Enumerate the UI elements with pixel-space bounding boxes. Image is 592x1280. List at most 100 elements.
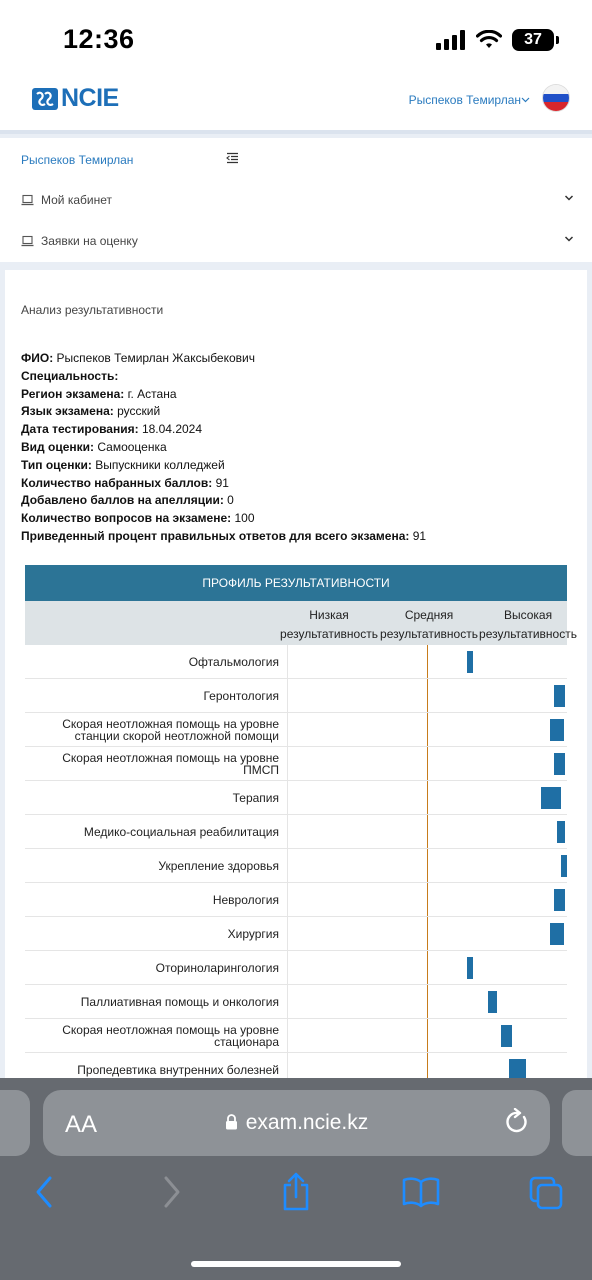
competency-bar-cell (287, 679, 567, 713)
competency-label: Укрепление здоровья (158, 859, 279, 873)
candidate-info: ФИО: Рыспеков Темирлан Жаксыбекович Специ… (21, 350, 581, 546)
language-flag-icon[interactable] (543, 85, 569, 111)
profile-row: Укрепление здоровья (25, 849, 567, 883)
reload-icon[interactable] (504, 1108, 530, 1136)
competency-bar (488, 990, 497, 1014)
sidebar-user-name[interactable]: Рыспеков Темирлан (21, 153, 133, 167)
competency-bar-cell (287, 747, 567, 781)
previous-tab-preview[interactable] (0, 1090, 30, 1156)
profile-row: Геронтология (25, 679, 567, 713)
chevron-down-icon (564, 195, 574, 201)
competency-label: Медико-социальная реабилитация (83, 825, 279, 839)
info-value: 91 (412, 528, 427, 543)
level-medium: Средняя результативность (380, 608, 478, 641)
sidebar-item-label: Мой кабинет (41, 193, 113, 207)
address-bar[interactable]: AA exam.ncie.kz (43, 1090, 550, 1156)
competency-bar (549, 922, 564, 946)
competency-bar-cell (287, 883, 567, 917)
results-card: Анализ результативности ФИО: Рыспеков Те… (5, 270, 587, 1080)
competency-label: Скорая неотложная помощь на уровне станц… (62, 717, 279, 743)
ncie-logo[interactable]: NCIE (32, 84, 119, 113)
chevron-down-icon (521, 97, 530, 103)
info-value: 0 (227, 493, 234, 508)
competency-label: Геронтология (203, 689, 279, 703)
info-label: Тип оценки: (21, 457, 92, 472)
info-label: Дата тестирования: (21, 422, 139, 437)
lock-icon (225, 1114, 237, 1130)
info-label: Количество набранных баллов: (21, 475, 213, 490)
status-time: 12:36 (63, 24, 135, 54)
info-value: г. Астана (127, 386, 177, 401)
competency-bar (541, 786, 561, 810)
info-value: Рыспеков Темирлан Жаксыбекович (56, 351, 255, 365)
header-user-dropdown[interactable]: Рыспеков Темирлан (409, 93, 530, 107)
competency-bar-cell (287, 713, 567, 747)
back-icon[interactable] (34, 1174, 54, 1210)
menu-collapse-icon[interactable] (226, 152, 239, 164)
forward-icon[interactable] (162, 1174, 182, 1210)
url-display[interactable]: exam.ncie.kz (43, 1111, 550, 1135)
competency-label: Паллиативная помощь и онкология (80, 995, 279, 1009)
competency-bar-cell (287, 985, 567, 1019)
competency-label: Пропедевтика внутренних болезней (77, 1063, 279, 1077)
wifi-icon (476, 30, 502, 48)
info-line: Добавлено баллов на апелляции: 0 (21, 492, 581, 510)
sidebar-item-applications[interactable]: Заявки на оценку (0, 222, 592, 262)
competency-label: Неврология (212, 893, 279, 907)
competency-bar (509, 1058, 526, 1080)
info-line: Язык экзамена: русский (21, 403, 581, 421)
sidebar: Рыспеков Темирлан Мой кабинет Заявки на … (0, 138, 592, 262)
info-label: Количество вопросов на экзамене: (21, 511, 232, 526)
competency-label: Оториноларингология (155, 961, 279, 975)
info-line: ФИО: Рыспеков Темирлан Жаксыбекович (21, 350, 581, 368)
profile-row: Хирургия (25, 917, 567, 951)
info-value: Выпускники колледжей (95, 457, 225, 472)
competency-bar (467, 650, 473, 674)
profile-row: Скорая неотложная помощь на уровне станц… (25, 713, 567, 747)
competency-bar (549, 718, 564, 742)
profile-row: Паллиативная помощь и онкология (25, 985, 567, 1019)
info-line: Количество набранных баллов: 91 (21, 475, 581, 493)
profile-row: Офтальмология (25, 645, 567, 679)
competency-bar (467, 956, 473, 980)
share-icon[interactable] (281, 1171, 311, 1211)
profile-row: Пропедевтика внутренних болезней (25, 1053, 567, 1080)
info-label: Специальность: (21, 368, 119, 383)
info-line: Количество вопросов на экзамене: 100 (21, 510, 581, 528)
home-indicator (191, 1261, 401, 1267)
tabs-icon[interactable] (528, 1175, 564, 1211)
competency-bar (561, 854, 567, 878)
info-line: Тип оценки: Выпускники колледжей (21, 457, 581, 475)
info-label: Язык экзамена: (21, 404, 114, 419)
level-high: Высокая результативность (479, 608, 577, 641)
laptop-icon (21, 194, 34, 206)
competency-bar-cell (287, 1019, 567, 1053)
chevron-down-icon (564, 236, 574, 242)
status-icons: 37 (436, 28, 559, 52)
competency-label: Хирургия (227, 927, 279, 941)
info-line: Дата тестирования: 18.04.2024 (21, 421, 581, 439)
competency-bar-cell (287, 917, 567, 951)
info-value: 100 (234, 511, 255, 526)
info-label: Регион экзамена: (21, 386, 125, 401)
signal-icon (436, 30, 465, 50)
competency-bar (556, 820, 566, 844)
logo-text: NCIE (61, 84, 119, 112)
info-label: ФИО: (21, 351, 54, 365)
sidebar-item-cabinet[interactable]: Мой кабинет (0, 181, 592, 221)
info-line: Вид оценки: Самооценка (21, 439, 581, 457)
competency-bar-cell (287, 951, 567, 985)
competency-bar-cell (287, 1053, 567, 1080)
logo-mark-icon (32, 87, 58, 110)
bookmarks-icon[interactable] (402, 1176, 440, 1208)
next-tab-preview[interactable] (562, 1090, 592, 1156)
competency-label: Скорая неотложная помощь на уровне ПМСП (62, 751, 279, 777)
status-bar: 12:36 37 (0, 0, 592, 76)
competency-bar (500, 1024, 512, 1048)
profile-row: Медико-социальная реабилитация (25, 815, 567, 849)
laptop-icon (21, 235, 34, 247)
browser-toolbar (0, 1171, 592, 1222)
competency-label: Офтальмология (188, 655, 279, 669)
info-value: Самооценка (97, 439, 167, 454)
competency-bar-cell (287, 645, 567, 679)
